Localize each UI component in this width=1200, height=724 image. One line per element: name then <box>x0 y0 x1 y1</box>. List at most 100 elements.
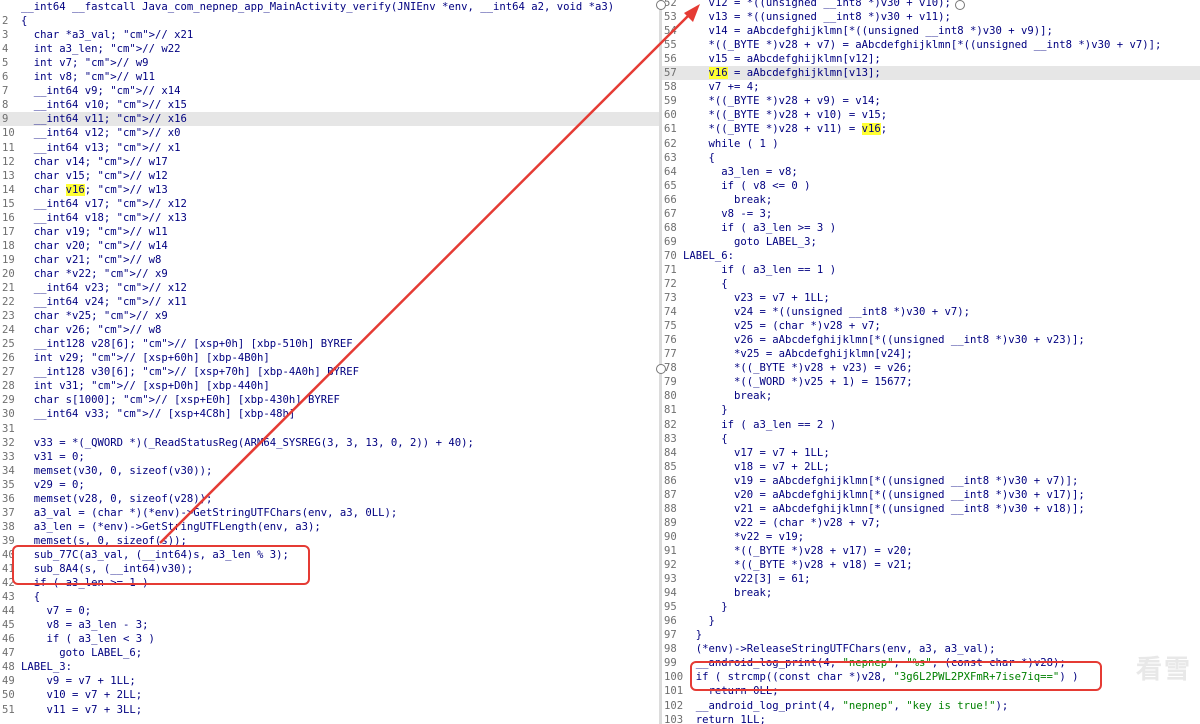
code-line[interactable]: 76 v26 = aAbcdefghijklmn[*((unsigned __i… <box>662 333 1200 347</box>
code-line[interactable]: 52 v12 = *((unsigned __int8 *)v30 + v10)… <box>662 0 1200 10</box>
code-line[interactable]: 65 if ( v8 <= 0 ) <box>662 179 1200 193</box>
code-line[interactable]: 75 v25 = (char *)v28 + v7; <box>662 319 1200 333</box>
code-line[interactable]: 24 char v26; "cm">// w8 <box>0 323 660 337</box>
code-line[interactable]: 29 char s[1000]; "cm">// [xsp+E0h] [xbp-… <box>0 393 660 407</box>
code-line[interactable]: 81 } <box>662 403 1200 417</box>
code-line[interactable]: 47 goto LABEL_6; <box>0 646 660 660</box>
code-line[interactable]: 51 v11 = v7 + 3LL; <box>0 703 660 717</box>
code-line[interactable]: 58 v7 += 4; <box>662 80 1200 94</box>
code-line[interactable]: 64 a3_len = v8; <box>662 165 1200 179</box>
code-line[interactable]: 88 v21 = aAbcdefghijklmn[*((unsigned __i… <box>662 502 1200 516</box>
code-line[interactable]: 48 LABEL_3: <box>0 660 660 674</box>
code-line[interactable]: 2{ <box>0 14 660 28</box>
code-line[interactable]: 73 v23 = v7 + 1LL; <box>662 291 1200 305</box>
code-line[interactable]: 92 *((_BYTE *)v28 + v18) = v21; <box>662 558 1200 572</box>
code-line[interactable]: 72 { <box>662 277 1200 291</box>
code-line[interactable]: 4 int a3_len; "cm">// w22 <box>0 42 660 56</box>
code-line[interactable]: 94 break; <box>662 586 1200 600</box>
code-line[interactable]: 86 v19 = aAbcdefghijklmn[*((unsigned __i… <box>662 474 1200 488</box>
code-line[interactable]: 5 int v7; "cm">// w9 <box>0 56 660 70</box>
code-line[interactable]: 6 int v8; "cm">// w11 <box>0 70 660 84</box>
code-line[interactable]: 83 { <box>662 432 1200 446</box>
code-line[interactable]: 70 LABEL_6: <box>662 249 1200 263</box>
code-line[interactable]: 79 *((_WORD *)v25 + 1) = 15677; <box>662 375 1200 389</box>
code-line[interactable]: __int64 __fastcall Java_com_nepnep_app_M… <box>0 0 660 14</box>
code-line[interactable]: 8 __int64 v10; "cm">// x15 <box>0 98 660 112</box>
code-line[interactable]: 87 v20 = aAbcdefghijklmn[*((unsigned __i… <box>662 488 1200 502</box>
code-line[interactable]: 63 { <box>662 151 1200 165</box>
code-line[interactable]: 36 memset(v28, 0, sizeof(v28)); <box>0 492 660 506</box>
code-line[interactable]: 10 __int64 v12; "cm">// x0 <box>0 126 660 140</box>
code-line[interactable]: 80 break; <box>662 389 1200 403</box>
code-line[interactable]: 43 { <box>0 590 660 604</box>
code-line[interactable]: 23 char *v25; "cm">// x9 <box>0 309 660 323</box>
code-line[interactable]: 69 goto LABEL_3; <box>662 235 1200 249</box>
code-line[interactable]: 93 v22[3] = 61; <box>662 572 1200 586</box>
code-line[interactable]: 57 v16 = aAbcdefghijklmn[v13]; <box>662 66 1200 81</box>
code-line[interactable]: 103 return 1LL; <box>662 713 1200 724</box>
code-line[interactable]: 46 if ( a3_len < 3 ) <box>0 632 660 646</box>
code-line[interactable]: 74 v24 = *((unsigned __int8 *)v30 + v7); <box>662 305 1200 319</box>
code-line[interactable]: 15 __int64 v17; "cm">// x12 <box>0 197 660 211</box>
code-line[interactable]: 85 v18 = v7 + 2LL; <box>662 460 1200 474</box>
code-line[interactable]: 19 char v21; "cm">// w8 <box>0 253 660 267</box>
code-line[interactable]: 38 a3_len = (*env)->GetStringUTFLength(e… <box>0 520 660 534</box>
code-line[interactable]: 34 memset(v30, 0, sizeof(v30)); <box>0 464 660 478</box>
code-line[interactable]: 56 v15 = aAbcdefghijklmn[v12]; <box>662 52 1200 66</box>
code-line[interactable]: 77 *v25 = aAbcdefghijklmn[v24]; <box>662 347 1200 361</box>
code-line[interactable]: 33 v31 = 0; <box>0 450 660 464</box>
code-line[interactable]: 26 int v29; "cm">// [xsp+60h] [xbp-4B0h] <box>0 351 660 365</box>
code-line[interactable]: 82 if ( a3_len == 2 ) <box>662 418 1200 432</box>
left-code-pane[interactable]: __int64 __fastcall Java_com_nepnep_app_M… <box>0 0 660 724</box>
code-line[interactable]: 60 *((_BYTE *)v28 + v10) = v15; <box>662 108 1200 122</box>
code-line[interactable]: 66 break; <box>662 193 1200 207</box>
code-line[interactable]: 54 v14 = aAbcdefghijklmn[*((unsigned __i… <box>662 24 1200 38</box>
code-line[interactable]: 9 __int64 v11; "cm">// x16 <box>0 112 660 127</box>
code-line[interactable]: 35 v29 = 0; <box>0 478 660 492</box>
code-line[interactable]: 37 a3_val = (char *)(*env)->GetStringUTF… <box>0 506 660 520</box>
code-line[interactable]: 11 __int64 v13; "cm">// x1 <box>0 141 660 155</box>
code-line[interactable]: 78 *((_BYTE *)v28 + v23) = v26; <box>662 361 1200 375</box>
code-line[interactable]: 18 char v20; "cm">// w14 <box>0 239 660 253</box>
code-line[interactable]: 7 __int64 v9; "cm">// x14 <box>0 84 660 98</box>
code-line[interactable]: 50 v10 = v7 + 2LL; <box>0 688 660 702</box>
code-line[interactable]: 45 v8 = a3_len - 3; <box>0 618 660 632</box>
code-line[interactable]: 89 v22 = (char *)v28 + v7; <box>662 516 1200 530</box>
resize-handle-top[interactable] <box>656 0 666 10</box>
code-line[interactable]: 53 v13 = *((unsigned __int8 *)v30 + v11)… <box>662 10 1200 24</box>
code-line[interactable]: 102 __android_log_print(4, "nepnep", "ke… <box>662 699 1200 713</box>
code-line[interactable]: 67 v8 -= 3; <box>662 207 1200 221</box>
code-line[interactable]: 28 int v31; "cm">// [xsp+D0h] [xbp-440h] <box>0 379 660 393</box>
code-line[interactable]: 16 __int64 v18; "cm">// x13 <box>0 211 660 225</box>
code-line[interactable]: 14 char v16; "cm">// w13 <box>0 183 660 197</box>
code-line[interactable]: 13 char v15; "cm">// w12 <box>0 169 660 183</box>
code-line[interactable]: 17 char v19; "cm">// w11 <box>0 225 660 239</box>
code-line[interactable]: 96 } <box>662 614 1200 628</box>
code-line[interactable]: 91 *((_BYTE *)v28 + v17) = v20; <box>662 544 1200 558</box>
code-line[interactable]: 12 char v14; "cm">// w17 <box>0 155 660 169</box>
code-line[interactable]: 27 __int128 v30[6]; "cm">// [xsp+70h] [x… <box>0 365 660 379</box>
code-line[interactable]: 30 __int64 v33; "cm">// [xsp+4C8h] [xbp-… <box>0 407 660 421</box>
code-line[interactable]: 21 __int64 v23; "cm">// x12 <box>0 281 660 295</box>
code-line[interactable]: 55 *((_BYTE *)v28 + v7) = aAbcdefghijklm… <box>662 38 1200 52</box>
code-line[interactable]: 90 *v22 = v19; <box>662 530 1200 544</box>
code-line[interactable]: 97 } <box>662 628 1200 642</box>
code-line[interactable]: 22 __int64 v24; "cm">// x11 <box>0 295 660 309</box>
code-line[interactable]: 68 if ( a3_len >= 3 ) <box>662 221 1200 235</box>
code-line[interactable]: 61 *((_BYTE *)v28 + v11) = v16; <box>662 122 1200 136</box>
code-line[interactable]: 71 if ( a3_len == 1 ) <box>662 263 1200 277</box>
code-line[interactable]: 31 <box>0 422 660 436</box>
code-line[interactable]: 62 while ( 1 ) <box>662 137 1200 151</box>
code-line[interactable]: 98 (*env)->ReleaseStringUTFChars(env, a3… <box>662 642 1200 656</box>
code-line[interactable]: 59 *((_BYTE *)v28 + v9) = v14; <box>662 94 1200 108</box>
code-line[interactable]: 25 __int128 v28[6]; "cm">// [xsp+0h] [xb… <box>0 337 660 351</box>
code-line[interactable]: 20 char *v22; "cm">// x9 <box>0 267 660 281</box>
resize-handle-middle[interactable] <box>656 364 666 374</box>
code-line[interactable]: 84 v17 = v7 + 1LL; <box>662 446 1200 460</box>
right-code-pane[interactable]: 52 v12 = *((unsigned __int8 *)v30 + v10)… <box>662 0 1200 724</box>
code-line[interactable]: 49 v9 = v7 + 1LL; <box>0 674 660 688</box>
code-line[interactable]: 3 char *a3_val; "cm">// x21 <box>0 28 660 42</box>
code-line[interactable]: 95 } <box>662 600 1200 614</box>
code-line[interactable]: 32 v33 = *(_QWORD *)(_ReadStatusReg(ARM6… <box>0 436 660 450</box>
code-line[interactable]: 44 v7 = 0; <box>0 604 660 618</box>
